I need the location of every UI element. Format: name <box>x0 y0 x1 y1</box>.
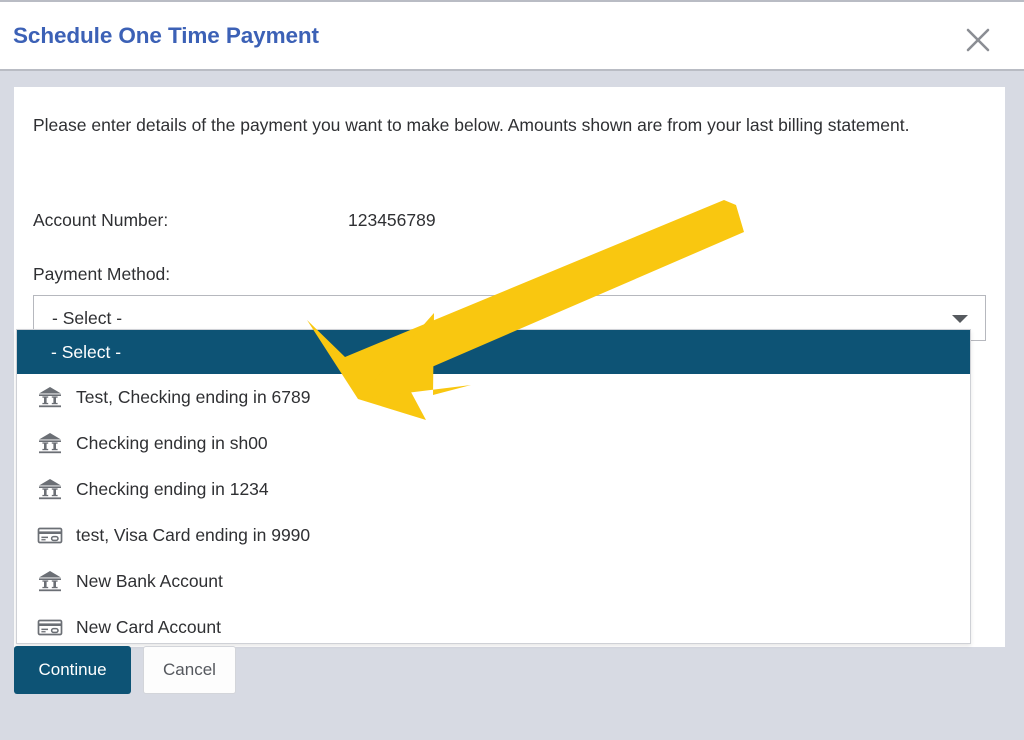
dropdown-option[interactable]: New Card Account <box>17 604 970 643</box>
account-number-row: Account Number: 123456789 <box>33 210 633 236</box>
dropdown-option[interactable]: test, Visa Card ending in 9990 <box>17 512 970 558</box>
dropdown-option[interactable]: Test, Checking ending in 6789 <box>17 374 970 420</box>
dropdown-option-label: Checking ending in sh00 <box>76 432 268 453</box>
bank-icon <box>37 384 63 410</box>
credit-card-icon <box>37 614 63 640</box>
dropdown-option-label: test, Visa Card ending in 9990 <box>76 524 311 545</box>
bank-icon <box>37 430 63 456</box>
bank-icon <box>37 568 63 594</box>
modal-header: Schedule One Time Payment <box>0 0 1024 71</box>
dropdown-option-label: - Select - <box>51 341 122 362</box>
modal-body: Please enter details of the payment you … <box>0 71 1024 740</box>
cancel-button[interactable]: Cancel <box>143 646 236 694</box>
bank-icon <box>37 476 63 502</box>
close-button[interactable] <box>962 24 994 56</box>
account-number-value: 123456789 <box>348 210 436 230</box>
dropdown-option-label: New Bank Account <box>76 570 223 591</box>
account-number-label: Account Number: <box>33 210 169 230</box>
close-icon <box>962 24 994 56</box>
chevron-down-icon[interactable] <box>952 315 968 323</box>
payment-method-label: Payment Method: <box>33 264 171 284</box>
dropdown-option[interactable]: Checking ending in sh00 <box>17 420 970 466</box>
intro-text: Please enter details of the payment you … <box>33 115 910 135</box>
page-title: Schedule One Time Payment <box>13 23 319 48</box>
dropdown-option[interactable]: New Bank Account <box>17 558 970 604</box>
dropdown-option-label: New Card Account <box>76 616 221 637</box>
dropdown-option-label: Checking ending in 1234 <box>76 478 269 499</box>
dropdown-option[interactable]: - Select - <box>17 330 970 374</box>
payment-method-selected-value: - Select - <box>52 308 123 328</box>
payment-method-dropdown-list[interactable]: - Select - Test, Checking ending in 6789 C… <box>16 329 971 644</box>
credit-card-icon <box>37 522 63 548</box>
dropdown-option-label: Test, Checking ending in 6789 <box>76 386 311 407</box>
dropdown-option[interactable]: Checking ending in 1234 <box>17 466 970 512</box>
continue-button[interactable]: Continue <box>14 646 131 694</box>
